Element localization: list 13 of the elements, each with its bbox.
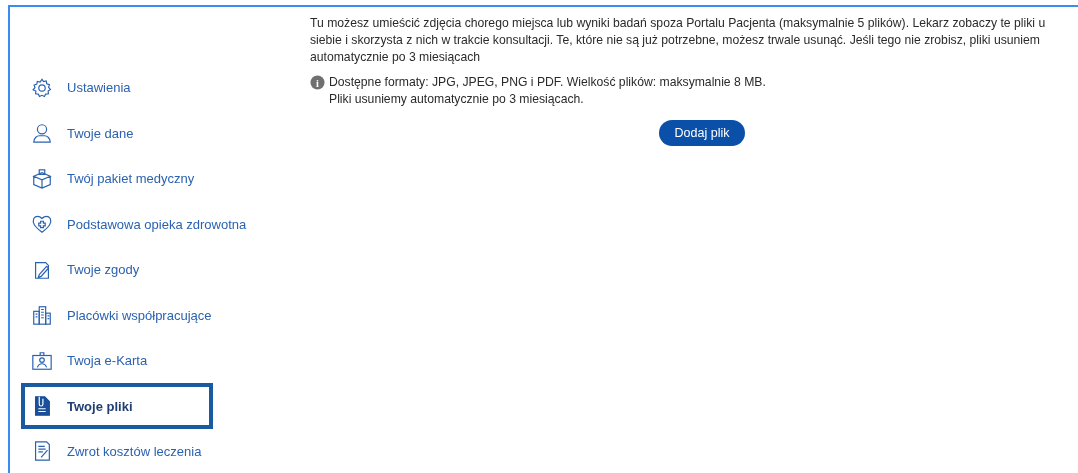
add-file-button[interactable]: Dodaj plik [658, 120, 746, 146]
info-text: Dostępne formaty: JPG, JPEG, PNG i PDF. Wielkość plików: maksymalnie 8 MB. Pliki usuniemy automatycznie po 3 miesiącach. [329, 74, 766, 108]
info-icon: i [310, 75, 325, 90]
sidebar-item[interactable]: Zwrot kosztów leczenia [21, 432, 253, 471]
description-text: Tu możesz umieścić zdjęcia chorego miejsca lub wyniki badań spoza Portalu Pacjenta (maksymalnie 5 plików). Lekarz zobaczy te pliki u siebie i skorzysta z nich w trakcie konsultacji. Te, które nie są już potrzebne, możesz trwale usunąć. Jeśli tego nie zrobisz, pliki usuniem automatycznie po 3 miesiącach [310, 15, 1047, 66]
sidebar-item[interactable]: Twoje dane [21, 114, 253, 153]
sidebar-item[interactable]: Twój pakiet medyczny [21, 159, 253, 198]
sidebar-item[interactable]: Twoje pliki [21, 383, 213, 429]
sidebar-item[interactable]: Ustawienia [21, 69, 253, 107]
sidebar-item[interactable]: Twoja e-Karta [21, 341, 253, 380]
sidebar-item[interactable]: Placówki współpracujące [21, 296, 253, 335]
sidebar-item[interactable]: Podstawowa opieka zdrowotna [21, 205, 253, 244]
sidebar-item[interactable]: Twoje zgody [21, 250, 253, 289]
